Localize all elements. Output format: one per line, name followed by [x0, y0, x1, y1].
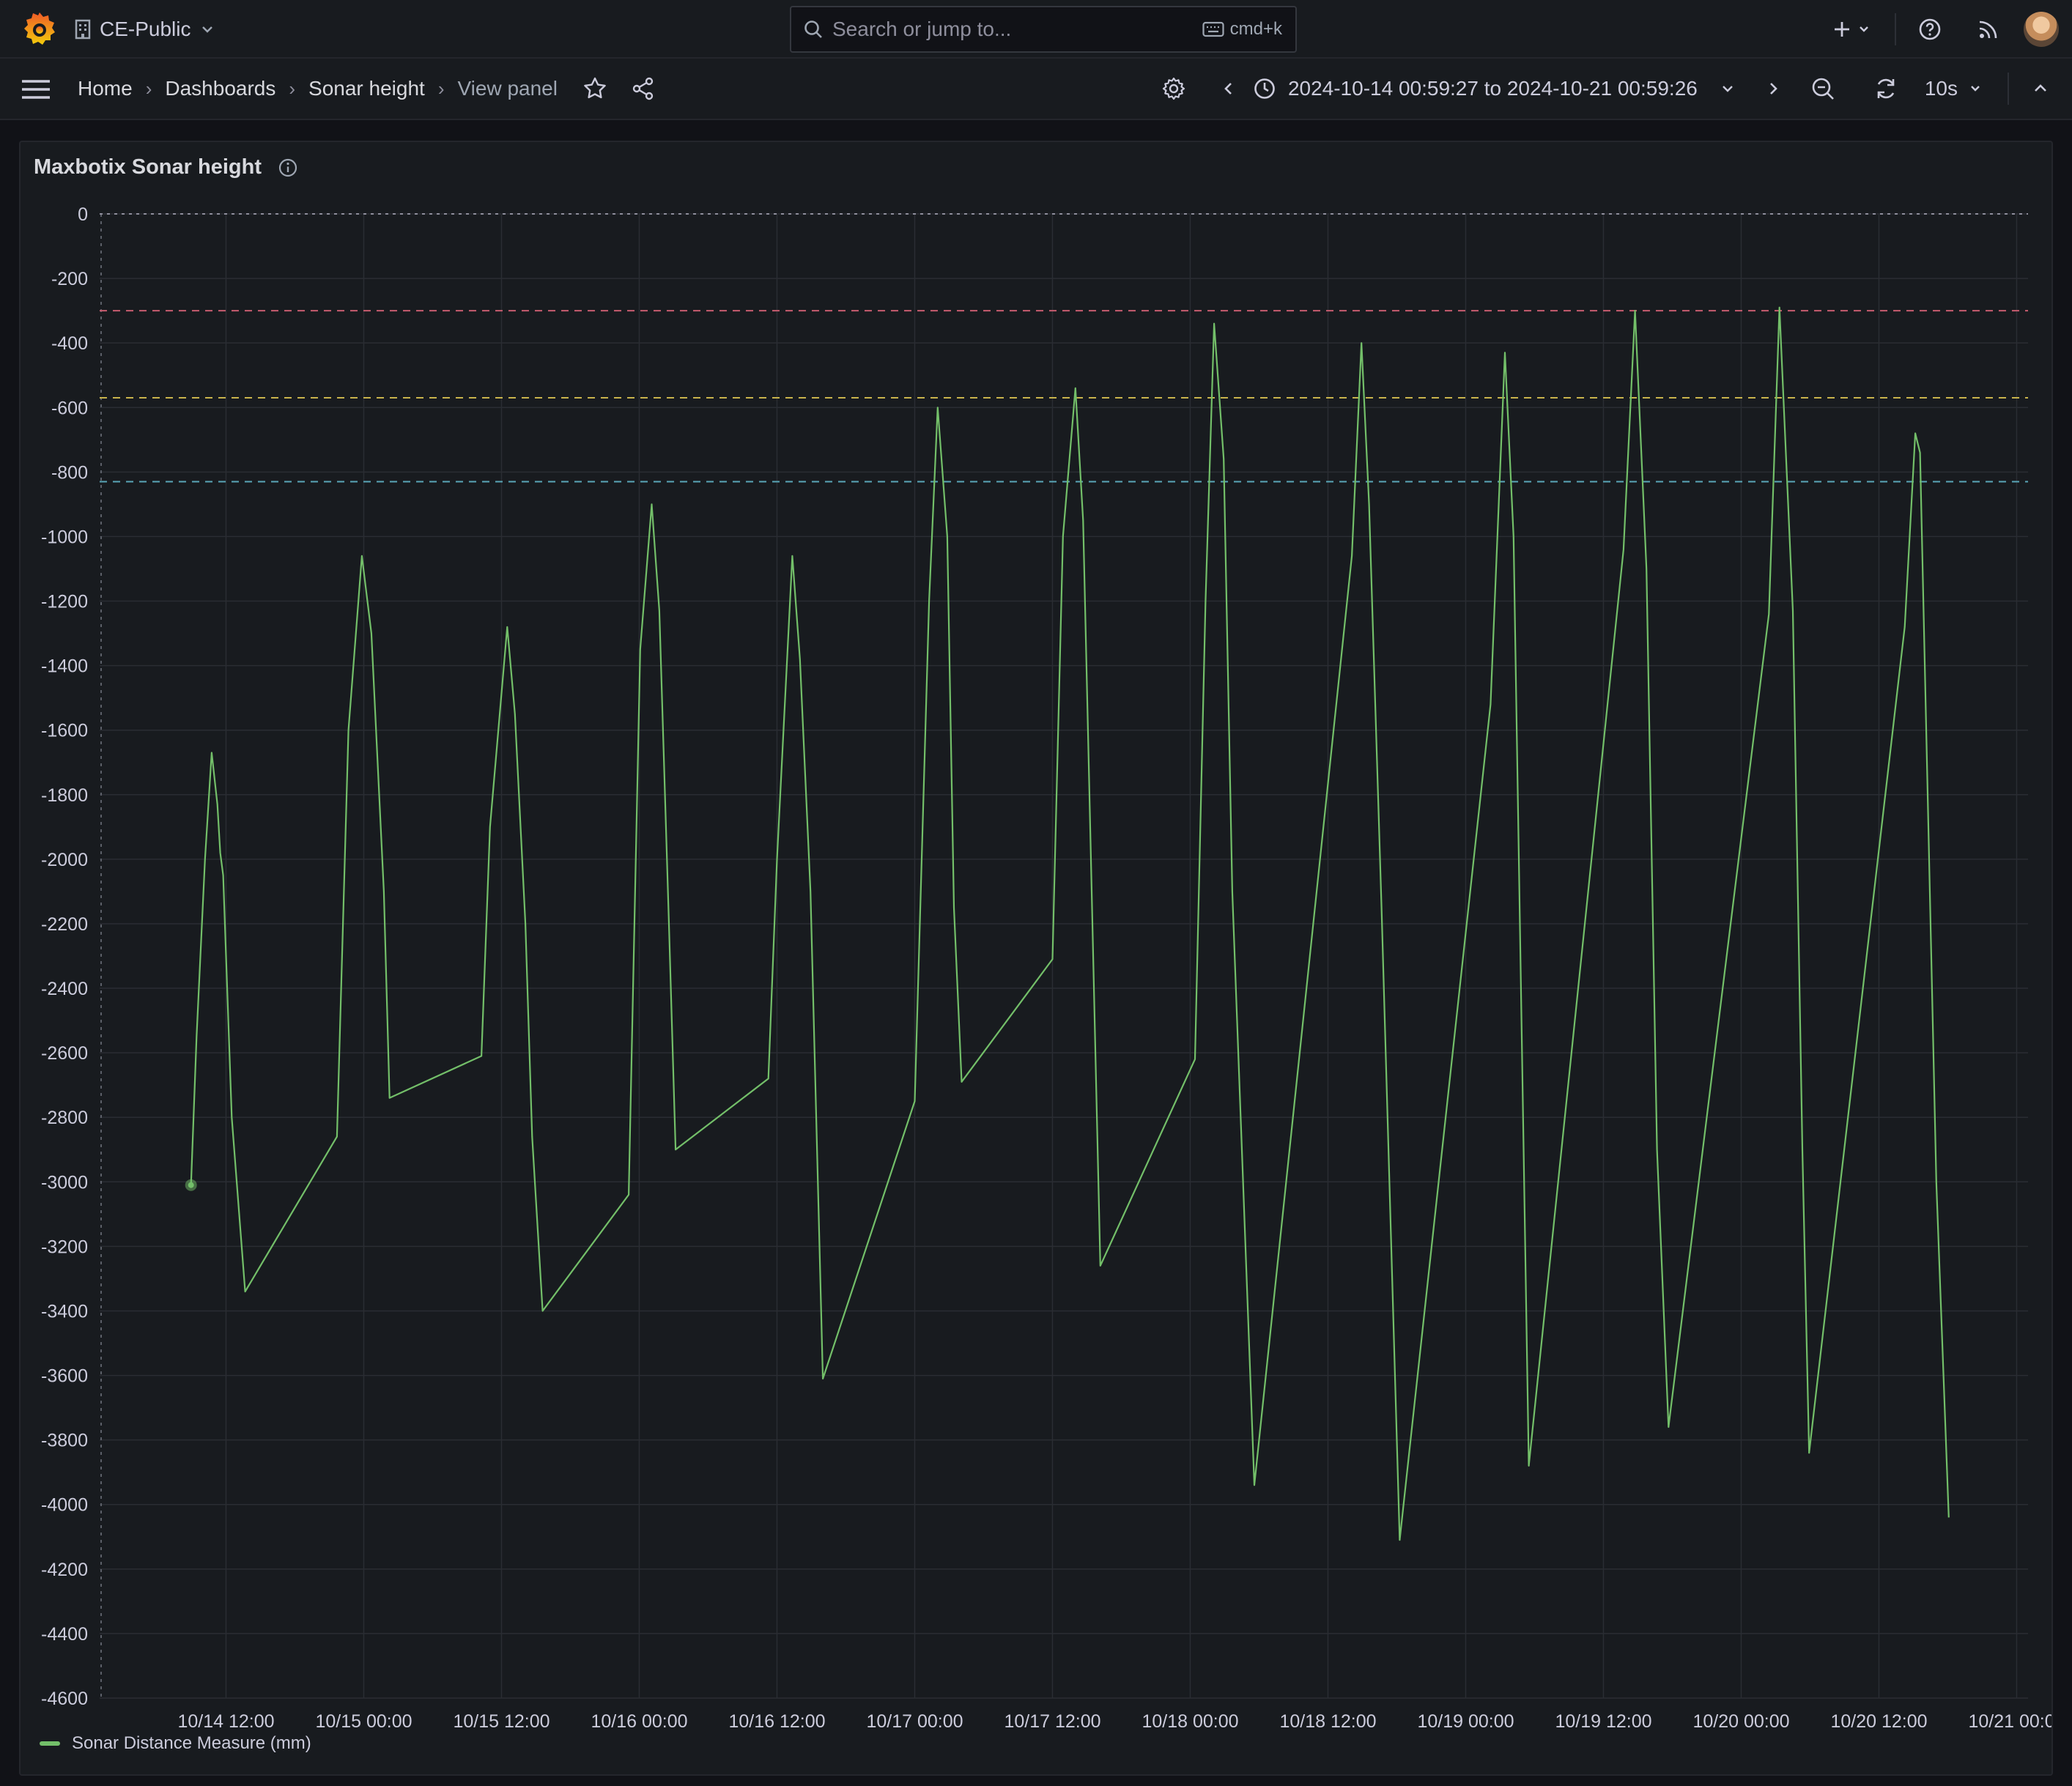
breadcrumb-dashboard[interactable]: Sonar height	[308, 77, 425, 100]
panel: Maxbotix Sonar height 0 -200 -400 -600 -800-…	[19, 141, 2053, 1776]
top-bar: CE-Public Search or jump to... cmd+k	[0, 0, 2072, 59]
avatar	[2024, 12, 2059, 47]
share-icon[interactable]	[631, 76, 656, 101]
y-tick-label: -4600	[41, 1689, 88, 1709]
breadcrumb-separator: ›	[437, 77, 445, 100]
y-tick-label: -4400	[41, 1624, 88, 1645]
x-tick-label: 10/16 00:00	[591, 1711, 687, 1732]
chevron-right-icon	[1769, 83, 1777, 95]
x-tick-label: 10/16 12:00	[728, 1711, 825, 1732]
dashboard-settings-button[interactable]	[1152, 68, 1196, 109]
y-tick-label: -2200	[41, 914, 88, 935]
legend-swatch	[40, 1741, 60, 1746]
time-range-label: 2024-10-14 00:59:27 to 2024-10-21 00:59:…	[1287, 77, 1698, 100]
breadcrumb-separator: ›	[289, 77, 296, 100]
y-tick-label: -3400	[41, 1301, 88, 1322]
series-start-marker	[188, 1182, 194, 1188]
refresh-interval-label: 10s	[1924, 77, 1958, 100]
x-tick-label: 10/14 12:00	[177, 1711, 274, 1732]
profile-button[interactable]	[2018, 9, 2065, 50]
menu-icon[interactable]	[21, 75, 51, 104]
star-icon[interactable]	[582, 76, 607, 101]
y-tick-label: -3000	[41, 1172, 88, 1193]
org-switcher[interactable]: CE-Public	[75, 15, 215, 44]
y-tick-label: -1600	[41, 721, 88, 741]
keyboard-icon	[1202, 21, 1224, 37]
help-icon	[1919, 18, 1941, 40]
y-tick-label: -200	[51, 269, 88, 289]
search-shortcut: cmd+k	[1202, 19, 1282, 40]
y-tick-label: -2800	[41, 1108, 88, 1128]
news-button[interactable]	[1959, 9, 2018, 50]
y-tick-label: -2000	[41, 850, 88, 870]
y-tick-label: -1000	[41, 527, 88, 547]
x-tick-label: 10/18 00:00	[1142, 1711, 1238, 1732]
breadcrumb-current: View panel	[457, 77, 558, 100]
plus-icon	[1835, 22, 1849, 37]
new-button[interactable]	[1824, 9, 1879, 50]
breadcrumb: Home › Dashboards › Sonar height › View …	[78, 59, 656, 119]
dashboard-nav-bar: Home › Dashboards › Sonar height › View …	[0, 59, 2072, 120]
breadcrumb-separator: ›	[145, 77, 152, 100]
x-tick-label: 10/15 00:00	[315, 1711, 412, 1732]
y-tick-label: -800	[51, 462, 88, 483]
time-shift-forward-button[interactable]	[1755, 68, 1791, 109]
legend[interactable]: Sonar Distance Measure (mm)	[40, 1733, 311, 1754]
breadcrumb-home[interactable]: Home	[78, 77, 133, 100]
y-tick-label: -2600	[41, 1043, 88, 1064]
y-tick-label: -4000	[41, 1495, 88, 1516]
search-placeholder: Search or jump to...	[832, 18, 1012, 40]
y-tick-label: -2400	[41, 979, 88, 999]
y-tick-label: -3200	[41, 1237, 88, 1257]
search-icon	[803, 19, 824, 40]
chevron-down-icon	[1971, 86, 1980, 92]
chevron-down-icon	[1860, 26, 1868, 32]
search-shortcut-label: cmd+k	[1229, 19, 1282, 39]
zoom-out-icon	[1812, 78, 1834, 100]
x-tick-label: 10/20 12:00	[1830, 1711, 1927, 1732]
building-icon	[75, 19, 91, 40]
y-tick-label: -400	[51, 333, 88, 354]
help-button[interactable]	[1901, 9, 1959, 50]
search-input[interactable]: Search or jump to... cmd+k	[790, 6, 1297, 53]
divider	[1895, 13, 1896, 45]
x-tick-label: 10/19 12:00	[1555, 1711, 1651, 1732]
y-tick-label: -1200	[41, 592, 88, 612]
x-tick-label: 10/19 00:00	[1417, 1711, 1514, 1732]
rss-icon	[1979, 21, 1997, 39]
zoom-out-button[interactable]	[1800, 68, 1846, 109]
x-tick-label: 10/15 12:00	[453, 1711, 550, 1732]
y-tick-label: -1400	[41, 656, 88, 677]
y-tick-label: 0	[78, 204, 88, 225]
chevron-down-icon	[202, 26, 213, 33]
x-tick-label: 10/20 00:00	[1692, 1711, 1789, 1732]
chevron-up-icon	[2035, 84, 2046, 92]
refresh-icon	[1877, 78, 1895, 99]
time-series-chart[interactable]: 0 -200 -400 -600 -800 -1000 -1200 -1400 -1600 -18…	[21, 142, 2051, 1774]
org-name: CE-Public	[100, 18, 191, 40]
legend-label: Sonar Distance Measure (mm)	[72, 1733, 311, 1753]
breadcrumb-dashboards[interactable]: Dashboards	[165, 77, 275, 100]
y-tick-label: -3800	[41, 1431, 88, 1451]
refresh-interval-picker[interactable]: 10s	[1925, 77, 1983, 100]
time-range-picker[interactable]: 2024-10-14 00:59:27 to 2024-10-21 00:59:…	[1253, 77, 1736, 100]
x-tick-label: 10/17 12:00	[1004, 1711, 1100, 1732]
x-tick-label: 10/21 00:00	[1968, 1711, 2051, 1732]
time-shift-back-button[interactable]	[1210, 68, 1247, 109]
chevron-down-icon	[1722, 86, 1733, 92]
clock-icon	[1254, 78, 1275, 99]
grafana-logo-icon[interactable]	[21, 10, 59, 48]
refresh-button[interactable]	[1863, 68, 1909, 109]
y-tick-label: -600	[51, 398, 88, 418]
x-tick-label: 10/17 00:00	[866, 1711, 963, 1732]
gear-icon	[1162, 77, 1185, 100]
y-tick-label: -3600	[41, 1366, 88, 1387]
chevron-left-icon	[1224, 83, 1232, 95]
y-tick-label: -1800	[41, 785, 88, 806]
x-tick-label: 10/18 12:00	[1279, 1711, 1376, 1732]
y-tick-label: -4200	[41, 1560, 88, 1580]
collapse-toolbar-button[interactable]	[2009, 68, 2072, 109]
